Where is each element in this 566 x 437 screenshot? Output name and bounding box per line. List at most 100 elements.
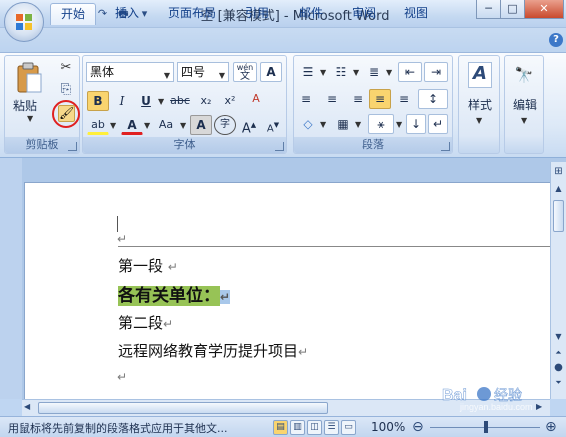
numbering-button[interactable]: ☷ xyxy=(330,62,352,82)
paragraph-3[interactable]: 第二段↵ xyxy=(118,312,173,333)
minimize-button[interactable]: ─ xyxy=(476,0,501,19)
highlight-dropdown-icon[interactable]: ▼ xyxy=(110,121,116,130)
underline-button[interactable]: U xyxy=(135,91,157,111)
scroll-down-icon[interactable]: ▼ xyxy=(552,332,565,344)
bullets-button[interactable]: ☰ xyxy=(297,62,319,82)
font-size-combo[interactable]: 四号 ▼ xyxy=(177,62,229,82)
print-layout-view-icon[interactable]: ▤ xyxy=(273,420,288,435)
full-screen-reading-icon[interactable]: ▥ xyxy=(290,420,305,435)
ruler-toggle-icon[interactable]: ⊞ xyxy=(550,162,566,182)
align-right-button[interactable]: ≡ xyxy=(345,89,367,109)
font-color-dropdown-icon[interactable]: ▼ xyxy=(144,121,150,130)
bullets-dropdown-icon[interactable]: ▼ xyxy=(320,68,326,77)
grow-font-button[interactable]: A▲ xyxy=(238,115,260,136)
increase-indent-button[interactable]: ⇥ xyxy=(424,62,448,82)
center-button[interactable]: ≡ xyxy=(321,89,343,109)
tab-view[interactable]: 视图 xyxy=(393,3,439,25)
shrink-font-button[interactable]: A▼ xyxy=(262,115,284,135)
paragraph-2[interactable]: 各有关单位：↵ xyxy=(118,281,231,306)
font-size-value: 四号 xyxy=(181,65,206,79)
underline-dropdown-icon[interactable]: ▼ xyxy=(158,97,164,106)
paste-dropdown-icon[interactable]: ▼ xyxy=(27,114,33,123)
shading-dropdown-icon[interactable]: ▼ xyxy=(320,120,326,129)
tab-review[interactable]: 审阅 xyxy=(341,3,387,25)
scroll-up-icon[interactable]: ▲ xyxy=(552,184,565,198)
office-button[interactable] xyxy=(4,2,44,42)
tab-page-layout[interactable]: 页面布局 xyxy=(160,3,224,25)
font-name-dropdown-icon[interactable]: ▼ xyxy=(164,67,170,85)
asian-layout-button[interactable]: ⚹ xyxy=(368,114,394,134)
subscript-button[interactable]: x₂ xyxy=(195,91,217,111)
vertical-scrollbar[interactable]: ▲ ▼ ⏶ ● ⏷ xyxy=(550,182,566,399)
select-browse-object-icon[interactable]: ● xyxy=(552,362,565,375)
paragraph-group: ☰ ▼ ☷ ▼ ≣ ▼ ⇤ ⇥ ≡ ≡ ≡ ≡ ≡ ↕ ◇ ▼ ▦ ▼ ⚹ ▼ … xyxy=(293,55,453,154)
line-spacing-button[interactable]: ↕ xyxy=(418,89,448,109)
outline-view-icon[interactable]: ☰ xyxy=(324,420,339,435)
borders-button[interactable]: ▦ xyxy=(332,114,354,134)
shading-button[interactable]: ◇ xyxy=(297,114,319,134)
sort-button[interactable]: ↓ xyxy=(406,114,426,134)
styles-dropdown-icon[interactable]: ▼ xyxy=(476,116,482,125)
vertical-scroll-thumb[interactable] xyxy=(553,200,564,232)
enclose-characters-button[interactable]: 字 xyxy=(214,115,236,135)
cut-icon[interactable]: ✂ xyxy=(57,60,75,78)
paste-button[interactable]: 粘贴 xyxy=(13,97,49,114)
clipboard-group: 粘贴 ▼ ✂ ⎘ 🖌 剪贴板 xyxy=(4,55,80,154)
decrease-indent-button[interactable]: ⇤ xyxy=(398,62,422,82)
paragraph-mark: ↵ xyxy=(298,345,309,359)
zoom-out-icon[interactable]: ⊖ xyxy=(412,419,424,435)
multilevel-dropdown-icon[interactable]: ▼ xyxy=(386,68,392,77)
tab-insert[interactable]: 插入 xyxy=(104,3,150,25)
editing-dropdown-icon[interactable]: ▼ xyxy=(521,116,527,125)
font-size-dropdown-icon[interactable]: ▼ xyxy=(219,67,225,85)
character-shading-button[interactable]: A xyxy=(190,115,212,135)
close-button[interactable]: ✕ xyxy=(524,0,564,19)
help-icon[interactable]: ? xyxy=(549,33,563,47)
horizontal-scroll-thumb[interactable] xyxy=(38,402,328,414)
copy-icon[interactable]: ⎘ xyxy=(57,82,75,100)
tab-home[interactable]: 开始 xyxy=(50,3,96,25)
superscript-button[interactable]: x² xyxy=(219,91,241,111)
font-launcher-icon[interactable] xyxy=(275,142,284,151)
asian-layout-dropdown-icon[interactable]: ▼ xyxy=(396,120,402,129)
clipboard-launcher-icon[interactable] xyxy=(68,142,77,151)
zoom-in-icon[interactable]: ⊕ xyxy=(545,419,557,435)
align-left-button[interactable]: ≡ xyxy=(297,89,319,109)
paragraph-1[interactable]: 第一段 ↵ xyxy=(118,255,178,276)
scroll-left-icon[interactable]: ◀ xyxy=(24,402,36,414)
document-page[interactable] xyxy=(24,182,550,399)
distributed-button[interactable]: ≡ xyxy=(393,89,415,109)
tab-mailings[interactable]: 邮件 xyxy=(288,3,334,25)
justify-button[interactable]: ≡ xyxy=(369,89,391,109)
web-layout-icon[interactable]: ◫ xyxy=(307,420,322,435)
previous-page-icon[interactable]: ⏶ xyxy=(552,348,565,360)
maximize-button[interactable]: □ xyxy=(500,0,525,19)
clear-formatting-button[interactable]: A xyxy=(245,89,267,109)
bold-button[interactable]: B xyxy=(87,91,109,111)
font-name-combo[interactable]: 黑体 ▼ xyxy=(86,62,174,82)
numbering-dropdown-icon[interactable]: ▼ xyxy=(353,68,359,77)
phonetic-guide-button[interactable]: wén 文 xyxy=(233,62,257,82)
text-highlight-button[interactable]: ab xyxy=(87,115,109,135)
show-marks-button[interactable]: ↵ xyxy=(428,114,448,134)
font-color-button[interactable]: A xyxy=(121,115,143,135)
character-border-button[interactable]: A xyxy=(260,62,282,82)
editing-group[interactable]: 🔭 编辑 ▼ xyxy=(504,55,544,154)
ribbon-tab-bar xyxy=(0,28,566,53)
styles-group[interactable]: A 样式 ▼ xyxy=(458,55,500,154)
strikethrough-button[interactable]: abc xyxy=(167,91,193,111)
format-painter-icon[interactable]: 🖌 xyxy=(58,105,75,122)
paragraph-launcher-icon[interactable] xyxy=(441,142,450,151)
multilevel-list-button[interactable]: ≣ xyxy=(363,62,385,82)
status-bar: 用鼠标将先前复制的段落格式应用于其他文... ▤ ▥ ◫ ☰ ▭ 100% ⊖ … xyxy=(0,416,566,437)
change-case-button[interactable]: Aa xyxy=(153,115,179,135)
highlighted-text: 各有关单位： xyxy=(118,286,220,306)
tab-references[interactable]: 引用 xyxy=(234,3,280,25)
draft-view-icon[interactable]: ▭ xyxy=(341,420,356,435)
zoom-slider-thumb[interactable] xyxy=(484,421,488,433)
paragraph-4[interactable]: 远程网络教育学历提升项目↵ xyxy=(118,340,308,361)
italic-button[interactable]: I xyxy=(111,91,133,111)
borders-dropdown-icon[interactable]: ▼ xyxy=(355,120,361,129)
change-case-dropdown-icon[interactable]: ▼ xyxy=(180,121,186,130)
zoom-level[interactable]: 100% xyxy=(371,420,405,434)
